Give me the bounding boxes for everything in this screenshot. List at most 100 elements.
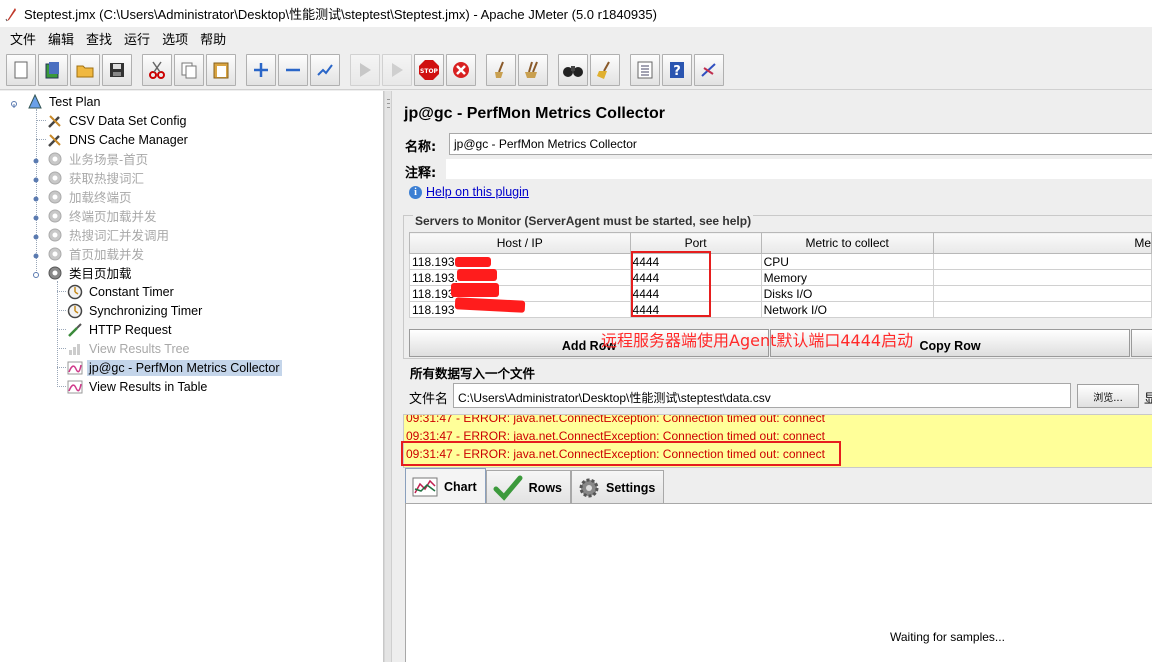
menu-options[interactable]: 选项 — [156, 29, 194, 48]
gear-icon — [578, 477, 600, 499]
tree-item-test-plan[interactable]: Test Plan — [26, 92, 102, 111]
tab-rows[interactable]: Rows — [485, 470, 571, 504]
tab-settings[interactable]: Settings — [571, 470, 665, 504]
cell-metric-param[interactable] — [932, 269, 1152, 286]
svg-text:STOP: STOP — [420, 68, 439, 75]
cell-metric[interactable]: Network I/O — [760, 301, 934, 318]
tree-item-label: 热搜词汇并发调用 — [69, 229, 170, 243]
tree-item-dns-cache-manager[interactable]: DNS Cache Manager — [46, 130, 190, 149]
tree-item-thread-group[interactable]: 业务场景-首页 — [46, 149, 150, 168]
start-icon — [355, 60, 375, 80]
toolbar: STOP ? — [0, 50, 1152, 90]
tree-item-label: View Results Tree — [89, 341, 190, 356]
search-button[interactable] — [558, 53, 588, 86]
comment-label: 注释: — [405, 166, 437, 181]
tree-expand-handle[interactable] — [10, 97, 18, 108]
tree-item-view-results-tree[interactable]: View Results Tree — [66, 339, 192, 358]
templates-button[interactable] — [38, 53, 68, 86]
menu-search[interactable]: 查找 — [80, 29, 118, 48]
help-button[interactable]: ? — [662, 53, 692, 86]
open-button[interactable] — [70, 53, 100, 86]
cell-metric-param[interactable] — [932, 301, 1152, 318]
clear-button[interactable] — [486, 53, 516, 86]
tree-expand-handle[interactable] — [32, 154, 40, 164]
svg-text:?: ? — [673, 64, 681, 79]
tree-item-label: 终端页加载并发 — [69, 210, 157, 224]
tree-item-constant-timer[interactable]: Constant Timer — [66, 282, 176, 301]
title-bar: Steptest.jmx (C:\Users\Administrator\Des… — [0, 0, 1152, 27]
open-icon — [75, 60, 95, 80]
column-header-metric[interactable]: Metric to collect — [760, 232, 934, 254]
paste-button[interactable] — [206, 53, 236, 86]
remote-button[interactable] — [694, 53, 724, 86]
cell-host[interactable]: 118.193. — [409, 253, 631, 270]
tree-expand-handle[interactable] — [32, 173, 40, 183]
cell-host[interactable]: 118.193. — [409, 269, 631, 286]
tree-item-label: 首页加载并发 — [69, 248, 145, 262]
toggle-icon — [315, 60, 335, 80]
save-button[interactable] — [102, 53, 132, 86]
clear-all-button[interactable] — [518, 53, 548, 86]
cell-metric-param[interactable] — [932, 253, 1152, 270]
list-icon — [635, 60, 655, 80]
cell-host[interactable]: 118.193 — [409, 285, 631, 302]
cell-metric-param[interactable] — [932, 285, 1152, 302]
filename-input[interactable]: C:\Users\Administrator\Desktop\性能测试\step… — [453, 383, 1071, 408]
tree-item-synchronizing-timer[interactable]: Synchronizing Timer — [66, 301, 204, 320]
reset-search-button[interactable] — [590, 53, 620, 86]
filename-label: 文件名 — [409, 392, 449, 407]
new-button[interactable] — [6, 53, 36, 86]
perfmon-icon — [66, 378, 84, 396]
tree-item-perfmon-metrics-collector[interactable]: jp@gc - PerfMon Metrics Collector — [66, 358, 282, 377]
table-row[interactable]: 118.193 4444 Disks I/O — [409, 285, 1152, 302]
tree-expand-handle[interactable] — [32, 268, 40, 278]
cell-metric[interactable]: Disks I/O — [760, 285, 934, 302]
table-row[interactable]: 118.193. 4444 CPU — [409, 253, 1152, 270]
tree-expand-handle[interactable] — [32, 211, 40, 221]
table-row[interactable]: 118.193. 4444 Memory — [409, 269, 1152, 286]
cut-button[interactable] — [142, 53, 172, 86]
comment-input[interactable] — [445, 158, 1152, 180]
tree-expand-handle[interactable] — [32, 192, 40, 202]
panel-title: jp@gc - PerfMon Metrics Collector — [404, 105, 665, 122]
tab-chart[interactable]: Chart — [405, 468, 486, 504]
shutdown-button[interactable] — [446, 53, 476, 86]
menu-help[interactable]: 帮助 — [194, 29, 232, 48]
start-button[interactable] — [350, 53, 380, 86]
split-pane-divider[interactable] — [384, 91, 392, 662]
tree-item-thread-group[interactable]: 类目页加载 — [46, 263, 134, 282]
tree-item-thread-group[interactable]: 首页加载并发 — [46, 244, 146, 263]
display-label: 显 — [1144, 392, 1152, 407]
pipette-icon — [66, 321, 84, 339]
tree-item-http-request[interactable]: HTTP Request — [66, 320, 173, 339]
start-no-pause-button[interactable] — [382, 53, 412, 86]
menu-run[interactable]: 运行 — [118, 29, 156, 48]
tab-label: Chart — [444, 479, 477, 494]
stop-button[interactable]: STOP — [414, 53, 444, 86]
toggle-button[interactable] — [310, 53, 340, 86]
expand-button[interactable] — [246, 53, 276, 86]
copy-button[interactable] — [174, 53, 204, 86]
tree-expand-handle[interactable] — [32, 230, 40, 240]
tree-item-csv-data-set-config[interactable]: CSV Data Set Config — [46, 111, 188, 130]
function-helper-button[interactable] — [630, 53, 660, 86]
menu-file[interactable]: 文件 — [4, 29, 42, 48]
tree-item-thread-group[interactable]: 终端页加载并发 — [46, 206, 159, 225]
column-header-host[interactable]: Host / IP — [409, 232, 631, 254]
binoculars-icon — [562, 60, 584, 80]
browse-button[interactable]: 浏览... — [1077, 384, 1139, 408]
collapse-button[interactable] — [278, 53, 308, 86]
menu-edit[interactable]: 编辑 — [42, 29, 80, 48]
tree-item-view-results-in-table[interactable]: View Results in Table — [66, 377, 209, 396]
tree-expand-handle[interactable] — [32, 249, 40, 259]
help-link[interactable]: i Help on this plugin — [409, 185, 529, 199]
cell-metric[interactable]: CPU — [760, 253, 934, 270]
tree-item-thread-group[interactable]: 加载终端页 — [46, 187, 134, 206]
delete-row-button[interactable] — [1131, 329, 1152, 357]
tree-item-thread-group[interactable]: 获取热搜词汇 — [46, 168, 146, 187]
column-header-metric-param[interactable]: Me — [932, 232, 1152, 254]
tree-item-thread-group[interactable]: 热搜词汇并发调用 — [46, 225, 171, 244]
name-input[interactable]: jp@gc - PerfMon Metrics Collector — [449, 133, 1152, 155]
tab-label: Settings — [606, 480, 656, 495]
cell-metric[interactable]: Memory — [760, 269, 934, 286]
